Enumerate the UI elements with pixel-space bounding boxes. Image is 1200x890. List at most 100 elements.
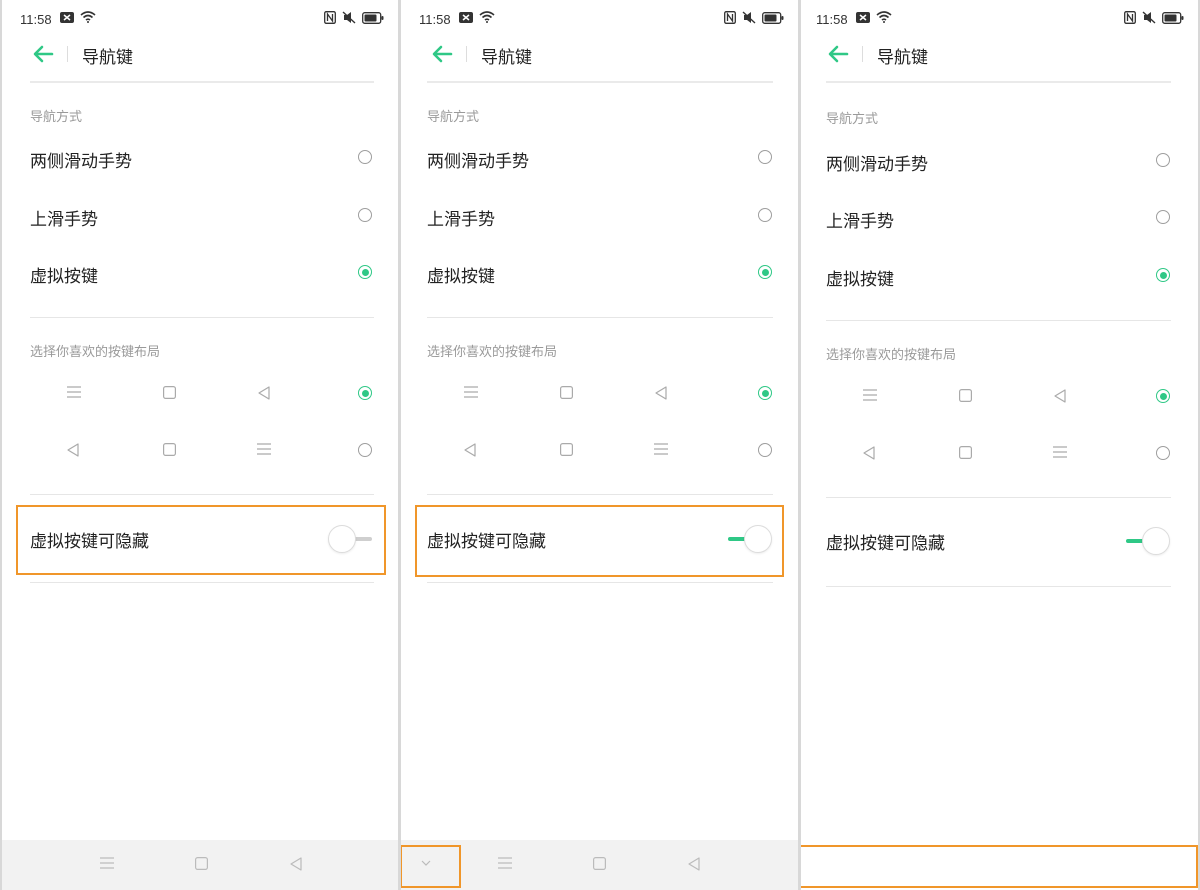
section-divider [826,586,1171,587]
section-label-nav-mode: 导航方式 [427,110,480,125]
radio-button-selected[interactable] [358,265,372,279]
section-divider [30,494,374,495]
menu-icon[interactable] [498,857,512,869]
nav-option-virtual-keys[interactable]: 虚拟按键 [826,256,1170,296]
notification-icon [459,11,473,23]
home-square-icon[interactable] [593,857,606,870]
layout-option-1[interactable] [427,379,772,409]
radio-button-selected[interactable] [758,265,772,279]
nav-option-side-swipe[interactable]: 两侧滑动手势 [427,138,772,178]
page-title: 导航键 [877,48,928,68]
section-label-nav-mode: 导航方式 [826,112,879,127]
mute-icon [1142,11,1156,24]
home-square-icon [959,389,972,402]
back-triangle-icon[interactable] [688,857,700,871]
header-divider [30,81,374,83]
layout-option-1[interactable] [30,379,372,409]
section-label-layout: 选择你喜欢的按键布局 [30,345,161,360]
section-divider [427,317,773,318]
status-bar: 11:58 [801,0,1198,38]
back-triangle-icon [863,446,875,460]
radio-button[interactable] [1156,210,1170,224]
nav-option-side-swipe[interactable]: 两侧滑动手势 [826,141,1170,181]
back-triangle-icon [655,386,667,400]
back-arrow-icon[interactable] [431,44,453,64]
nav-option-label: 虚拟按键 [30,267,98,287]
layout-option-2[interactable] [826,439,1170,469]
system-nav-bar [2,840,398,890]
section-label-layout: 选择你喜欢的按键布局 [826,348,957,363]
page-title: 导航键 [82,48,133,68]
chevron-down-icon[interactable] [421,860,431,867]
title-bar: 导航键 [401,38,798,82]
nav-option-label: 虚拟按键 [427,267,495,287]
hideable-keys-toggle[interactable] [728,525,772,553]
notification-icon [856,11,870,23]
screen-3: 11:58 导航键 导航方式 两侧滑动手势 上滑手势 虚拟按键 选择你喜欢的按键… [801,0,1198,890]
radio-button-selected[interactable] [758,386,772,400]
nav-option-label: 两侧滑动手势 [826,155,928,175]
back-triangle-icon [1054,389,1066,403]
hideable-keys-toggle[interactable] [328,525,372,553]
home-square-icon [163,386,176,399]
hideable-keys-row[interactable]: 虚拟按键可隐藏 [30,515,372,565]
radio-button[interactable] [758,208,772,222]
layout-option-2[interactable] [427,436,772,466]
menu-icon [1053,446,1067,458]
radio-button[interactable] [358,150,372,164]
layout-option-1[interactable] [826,382,1170,412]
radio-button[interactable] [758,443,772,457]
hideable-keys-toggle[interactable] [1126,527,1170,555]
back-triangle-icon [67,443,79,457]
section-label-layout: 选择你喜欢的按键布局 [427,345,558,360]
page-title: 导航键 [481,48,532,68]
nav-option-label: 上滑手势 [427,210,495,230]
section-divider [30,317,374,318]
menu-icon[interactable] [100,857,114,869]
radio-button[interactable] [358,208,372,222]
hideable-keys-row[interactable]: 虚拟按键可隐藏 [826,517,1170,567]
radio-button[interactable] [358,443,372,457]
screen-2: 11:58 导航键 导航方式 两侧滑动手势 上滑手势 虚拟按键 选择你喜欢的按键… [401,0,798,890]
nav-option-virtual-keys[interactable]: 虚拟按键 [30,253,372,293]
nav-option-swipe-up[interactable]: 上滑手势 [30,196,372,236]
nav-option-swipe-up[interactable]: 上滑手势 [826,198,1170,238]
status-time: 11:58 [419,12,451,27]
header-divider [427,81,773,83]
home-square-icon[interactable] [195,857,208,870]
nfc-icon [324,11,336,24]
radio-button-selected[interactable] [1156,389,1170,403]
radio-button[interactable] [1156,153,1170,167]
radio-button[interactable] [1156,446,1170,460]
nav-option-virtual-keys[interactable]: 虚拟按键 [427,253,772,293]
radio-button-selected[interactable] [358,386,372,400]
screen-1: 11:58 导航键 导航方式 两侧滑动手势 上滑手势 虚拟按键 选择你喜欢的按键… [2,0,398,890]
status-bar: 11:58 [401,0,798,38]
radio-button-selected[interactable] [1156,268,1170,282]
back-arrow-icon[interactable] [32,44,54,64]
nfc-icon [1124,11,1136,24]
hideable-keys-row[interactable]: 虚拟按键可隐藏 [427,515,772,565]
wifi-icon [876,11,892,23]
section-divider [427,494,773,495]
back-triangle-icon[interactable] [290,857,302,871]
menu-icon [863,389,877,401]
home-square-icon [560,386,573,399]
nav-option-label: 两侧滑动手势 [30,152,132,172]
home-square-icon [959,446,972,459]
layout-option-2[interactable] [30,436,372,466]
hideable-keys-label: 虚拟按键可隐藏 [826,534,945,554]
battery-icon [762,11,784,24]
back-arrow-icon[interactable] [827,44,849,64]
toggle-knob [744,525,772,553]
home-square-icon [163,443,176,456]
title-bar: 导航键 [2,38,398,82]
radio-button[interactable] [758,150,772,164]
nav-option-side-swipe[interactable]: 两侧滑动手势 [30,138,372,178]
status-time: 11:58 [816,12,848,27]
back-triangle-icon [464,443,476,457]
nav-option-swipe-up[interactable]: 上滑手势 [427,196,772,236]
title-divider [67,46,68,62]
system-nav-bar [401,840,798,890]
battery-icon [362,11,384,24]
